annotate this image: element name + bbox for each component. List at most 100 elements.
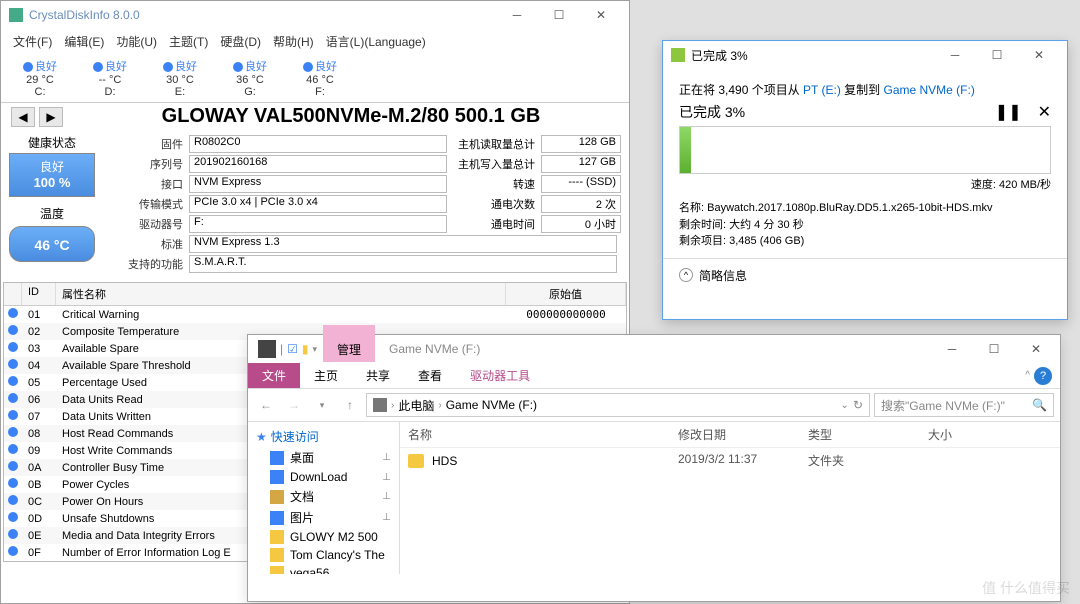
qat-dropdown-icon[interactable]: ▾ xyxy=(313,344,318,355)
col-id[interactable]: ID xyxy=(22,283,56,305)
menu-edit[interactable]: 编辑(E) xyxy=(60,31,108,52)
search-icon: 🔍 xyxy=(1032,398,1047,412)
maximize-button[interactable]: ☐ xyxy=(977,43,1017,67)
smart-row[interactable]: 01Critical Warning000000000000 xyxy=(4,306,626,323)
copy-titlebar[interactable]: 已完成 3% ─ ☐ ✕ xyxy=(663,41,1067,69)
source-link[interactable]: PT (E:) xyxy=(803,83,841,97)
drive-tab[interactable]: 良好36 °CG: xyxy=(215,56,285,100)
copy-summary: 正在将 3,490 个项目从 PT (E:) 复制到 Game NVMe (F:… xyxy=(679,81,1051,98)
sidebar-item-documents[interactable]: 文档⊥ xyxy=(248,486,399,507)
ribbon-collapse-icon[interactable]: ^ xyxy=(1025,370,1030,381)
ribbon-tab-share[interactable]: 共享 xyxy=(352,363,404,388)
close-button[interactable]: ✕ xyxy=(1019,43,1059,67)
cdi-titlebar[interactable]: CrystalDiskInfo 8.0.0 ─ ☐ ✕ xyxy=(1,1,629,29)
drive-tab[interactable]: 良好-- °CD: xyxy=(75,56,145,100)
temp-box: 46 °C xyxy=(9,226,95,262)
host-reads-value: 128 GB xyxy=(541,135,621,153)
back-button[interactable]: ← xyxy=(254,393,278,417)
close-button[interactable]: ✕ xyxy=(581,3,621,27)
window-title: Game NVMe (F:) xyxy=(375,338,494,360)
help-icon[interactable]: ? xyxy=(1034,367,1052,385)
forward-button[interactable]: → xyxy=(282,393,306,417)
qat-new-icon[interactable]: ▮ xyxy=(302,342,309,356)
refresh-icon[interactable]: ↻ xyxy=(853,398,863,412)
pc-icon xyxy=(373,398,387,412)
recent-dropdown[interactable]: ▾ xyxy=(310,393,334,417)
pin-icon: ⊥ xyxy=(382,472,391,483)
copy-icon xyxy=(671,48,685,62)
menu-theme[interactable]: 主题(T) xyxy=(165,31,212,52)
chevron-up-icon: ^ xyxy=(679,268,693,282)
close-button[interactable]: ✕ xyxy=(1016,337,1056,361)
ribbon-tab-file[interactable]: 文件 xyxy=(248,363,300,388)
minimize-button[interactable]: ─ xyxy=(932,337,972,361)
minimize-button[interactable]: ─ xyxy=(935,43,975,67)
transfer-value: PCIe 3.0 x4 | PCIe 3.0 x4 xyxy=(189,195,447,213)
maximize-button[interactable]: ☐ xyxy=(974,337,1014,361)
explorer-titlebar[interactable]: | ☑ ▮ ▾ 管理 Game NVMe (F:) ─ ☐ ✕ xyxy=(248,335,1060,363)
breadcrumb-pc[interactable]: 此电脑 xyxy=(398,397,434,414)
sidebar-item-folder[interactable]: Tom Clancy's The xyxy=(248,546,399,564)
drive-tab[interactable]: 良好46 °CF: xyxy=(285,56,355,100)
ribbon-tab-drivetools[interactable]: 驱动器工具 xyxy=(456,363,544,388)
speed-label: 速度: 420 MB/秒 xyxy=(679,176,1051,192)
standard-value: NVM Express 1.3 xyxy=(189,235,617,253)
menu-disk[interactable]: 硬盘(D) xyxy=(216,31,265,52)
drive-tab[interactable]: 良好30 °CE: xyxy=(145,56,215,100)
sidebar-item-desktop[interactable]: 桌面⊥ xyxy=(248,447,399,468)
col-size[interactable]: 大小 xyxy=(920,426,1000,443)
sidebar-item-folder[interactable]: GLOWY M2 500 xyxy=(248,528,399,546)
col-name[interactable]: 名称 xyxy=(400,426,670,443)
ribbon-tab-home[interactable]: 主页 xyxy=(300,363,352,388)
menu-lang[interactable]: 语言(L)(Language) xyxy=(322,31,430,52)
window-title: CrystalDiskInfo 8.0.0 xyxy=(29,8,497,22)
prev-drive-button[interactable]: ◀ xyxy=(11,107,35,127)
file-copy-dialog: 已完成 3% ─ ☐ ✕ 正在将 3,490 个项目从 PT (E:) 复制到 … xyxy=(662,40,1068,320)
dest-link[interactable]: Game NVMe (F:) xyxy=(884,83,975,97)
drive-tab[interactable]: 良好29 °CC: xyxy=(5,56,75,100)
folder-icon xyxy=(258,340,276,358)
list-item[interactable]: HDS 2019/3/2 11:37 文件夹 xyxy=(400,448,1060,473)
menu-file[interactable]: 文件(F) xyxy=(9,31,56,52)
breadcrumb-location[interactable]: Game NVMe (F:) xyxy=(446,398,537,412)
pause-button[interactable]: ❚❚ xyxy=(995,102,1022,122)
menu-func[interactable]: 功能(U) xyxy=(112,31,161,52)
fewer-details-toggle[interactable]: ^ 简略信息 xyxy=(663,258,1067,292)
breadcrumb-dropdown-icon[interactable]: ⌄ xyxy=(841,400,849,411)
poweron-hours-value: 0 小时 xyxy=(541,215,621,233)
serial-value: 201902160168 xyxy=(189,155,447,173)
menu-bar: 文件(F) 编辑(E) 功能(U) 主题(T) 硬盘(D) 帮助(H) 语言(L… xyxy=(1,29,629,54)
qat-props-icon[interactable]: ☑ xyxy=(287,342,298,356)
features-value: S.M.A.R.T. xyxy=(189,255,617,273)
host-writes-value: 127 GB xyxy=(541,155,621,173)
contextual-tab-manage[interactable]: 管理 xyxy=(323,337,375,362)
search-input[interactable]: 搜索"Game NVMe (F:)" 🔍 xyxy=(874,393,1054,417)
col-type[interactable]: 类型 xyxy=(800,426,920,443)
ribbon-tab-view[interactable]: 查看 xyxy=(404,363,456,388)
ribbon: 文件 主页 共享 查看 驱动器工具 ^ ? xyxy=(248,363,1060,389)
col-raw[interactable]: 原始值 xyxy=(506,283,626,305)
minimize-button[interactable]: ─ xyxy=(497,3,537,27)
maximize-button[interactable]: ☐ xyxy=(539,3,579,27)
sidebar-item-folder[interactable]: vega56 xyxy=(248,564,399,574)
breadcrumb[interactable]: › 此电脑 › Game NVMe (F:) ⌄ ↻ xyxy=(366,393,870,417)
next-drive-button[interactable]: ▶ xyxy=(39,107,63,127)
spin-value: ---- (SSD) xyxy=(541,175,621,193)
pin-icon: ⊥ xyxy=(382,452,391,463)
qat-sep: | xyxy=(280,342,283,356)
file-list: 名称 修改日期 类型 大小 HDS 2019/3/2 11:37 文件夹 xyxy=(400,422,1060,574)
col-name[interactable]: 属性名称 xyxy=(56,283,506,305)
quick-access-header[interactable]: ★快速访问 xyxy=(248,426,399,447)
folder-icon xyxy=(408,454,424,468)
sidebar-item-pictures[interactable]: 图片⊥ xyxy=(248,507,399,528)
drive-letter-value: F: xyxy=(189,215,447,233)
col-date[interactable]: 修改日期 xyxy=(670,426,800,443)
firmware-value: R0802C0 xyxy=(189,135,447,153)
progress-chart xyxy=(679,126,1051,174)
pin-icon: ⊥ xyxy=(382,512,391,523)
up-button[interactable]: ↑ xyxy=(338,393,362,417)
drive-selector-strip: 良好29 °CC:良好-- °CD:良好30 °CE:良好36 °CG:良好46… xyxy=(1,54,629,103)
sidebar-item-download[interactable]: DownLoad⊥ xyxy=(248,468,399,486)
menu-help[interactable]: 帮助(H) xyxy=(269,31,318,52)
cancel-button[interactable]: ✕ xyxy=(1038,102,1051,122)
